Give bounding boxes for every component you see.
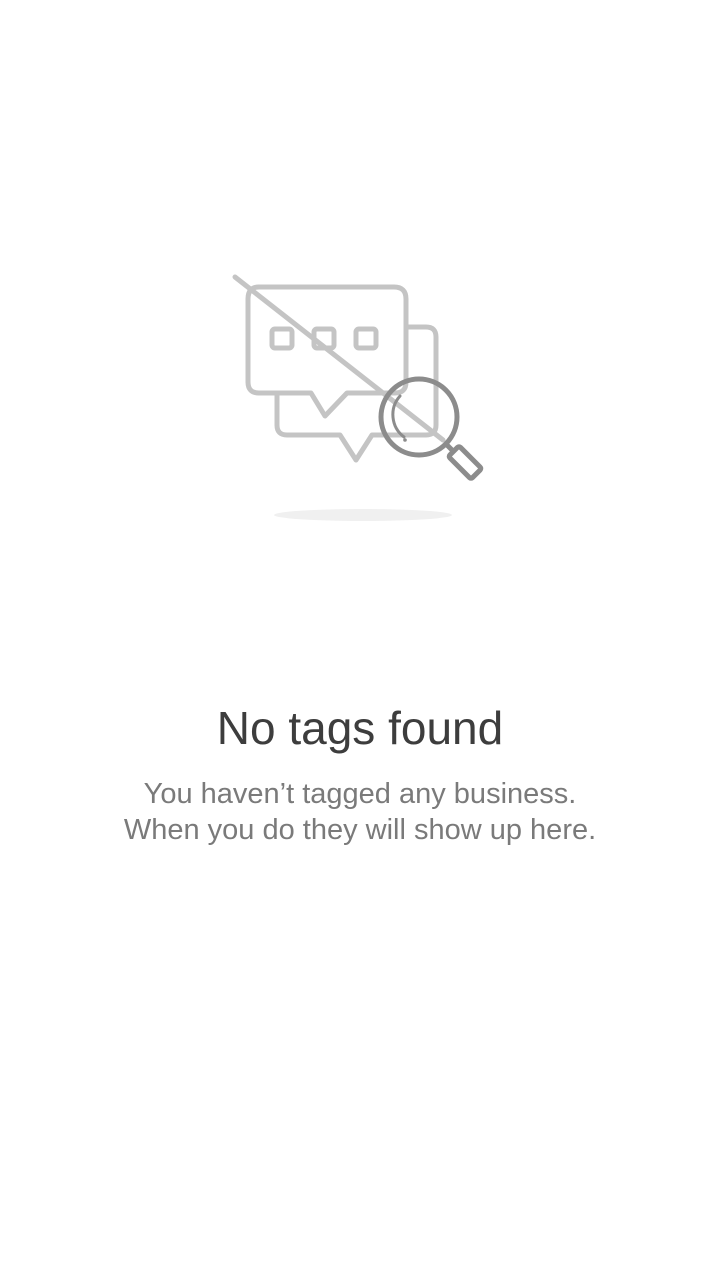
empty-state-illustration: [225, 268, 495, 528]
empty-state-title: No tags found: [216, 702, 504, 754]
no-results-chat-search-icon: [232, 274, 484, 521]
magnifier-glint-dot: [403, 438, 407, 442]
empty-state-message-line: When you do they will show up here.: [123, 814, 597, 846]
magnifier-handle: [446, 444, 484, 481]
empty-state-message: You haven’t tagged any business. When yo…: [0, 776, 720, 848]
illustration-shadow: [274, 509, 452, 521]
empty-state-message-line: You haven’t tagged any business.: [143, 778, 577, 810]
